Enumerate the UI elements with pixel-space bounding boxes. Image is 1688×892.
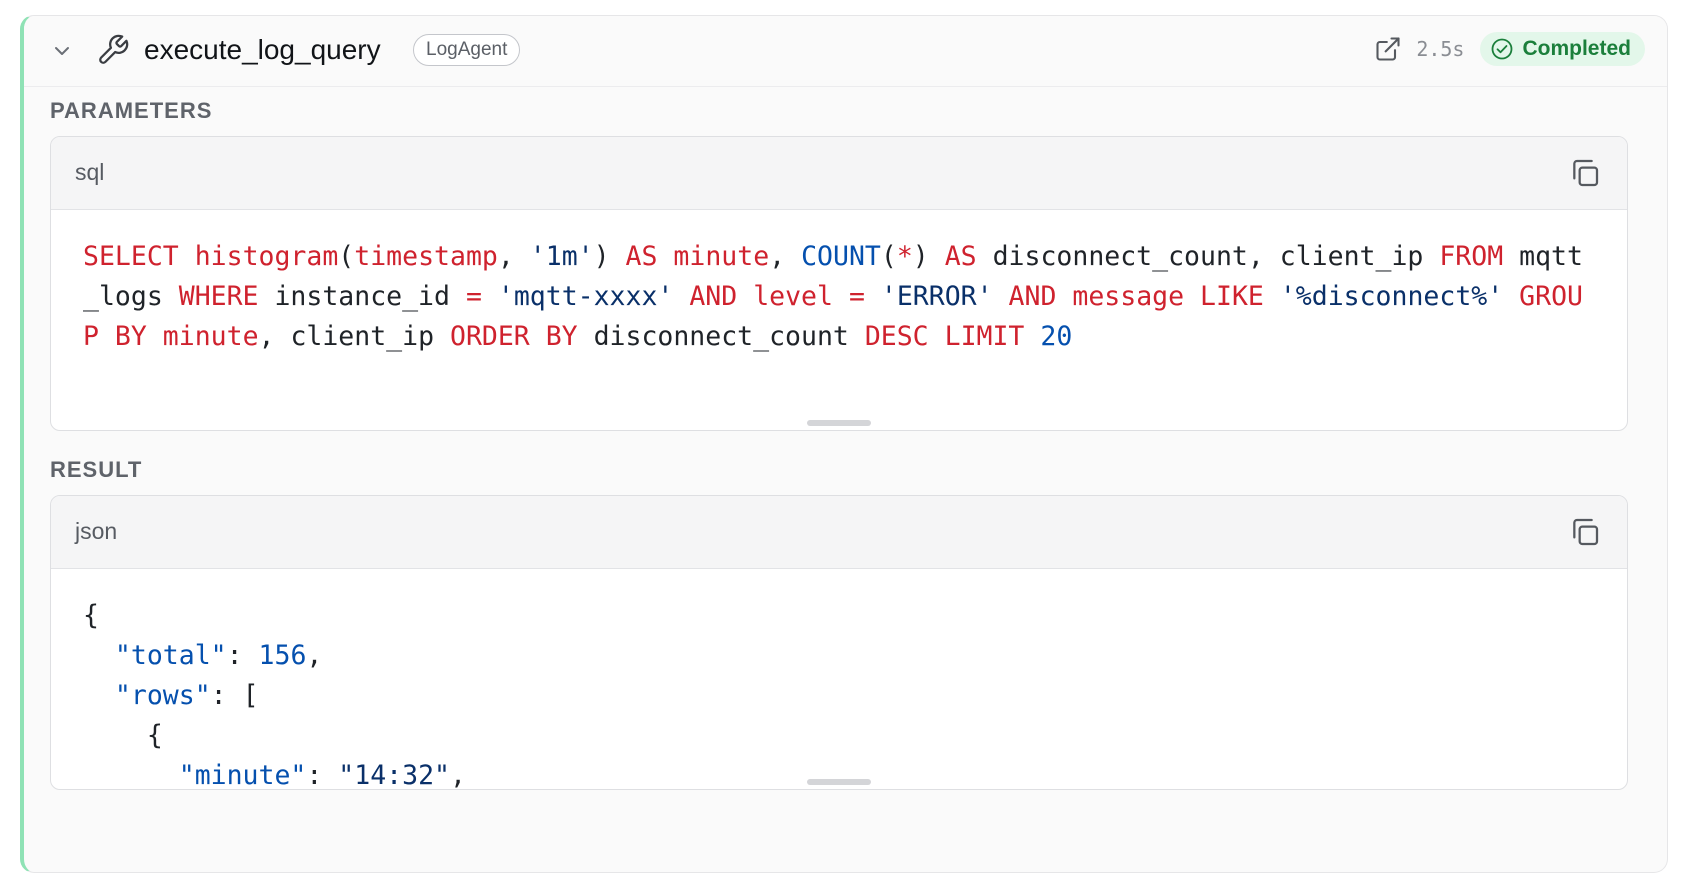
- parameters-code-block: sql SELECT histogram(timestamp, '1m') AS…: [50, 136, 1628, 431]
- chevron-down-icon[interactable]: [52, 41, 72, 61]
- code-language-label: sql: [75, 159, 105, 185]
- tool-call-card: execute_log_query LogAgent 2.5s Complete…: [20, 15, 1668, 873]
- sql-code: SELECT histogram(timestamp, '1m') AS min…: [83, 241, 1583, 352]
- code-language-label: json: [75, 518, 118, 544]
- result-label: RESULT: [50, 457, 143, 482]
- wrench-icon: [99, 34, 129, 64]
- result-code-block: json { "total": 156, "rows": [ { "minute…: [50, 495, 1628, 790]
- resize-handle[interactable]: [807, 779, 871, 785]
- status-badge: Completed: [1480, 32, 1645, 66]
- duration-label: 2.5s: [1416, 37, 1465, 61]
- check-circle-icon: [1492, 38, 1513, 60]
- parameters-label: PARAMETERS: [50, 98, 213, 123]
- copy-icon[interactable]: [1569, 516, 1601, 548]
- agent-badge: LogAgent: [413, 34, 521, 66]
- json-code: { "total": 156, "rows": [ { "minute": "1…: [83, 600, 466, 790]
- code-block-header: sql: [51, 137, 1627, 210]
- tool-call-header[interactable]: execute_log_query LogAgent 2.5s Complete…: [24, 16, 1667, 87]
- copy-icon[interactable]: [1569, 157, 1601, 189]
- status-text: Completed: [1522, 37, 1631, 60]
- code-block-header: json: [51, 496, 1627, 569]
- header-meta: 2.5s Completed: [1374, 31, 1645, 67]
- resize-handle[interactable]: [807, 420, 871, 426]
- tool-name: execute_log_query: [144, 34, 381, 65]
- external-link-icon[interactable]: [1374, 35, 1402, 63]
